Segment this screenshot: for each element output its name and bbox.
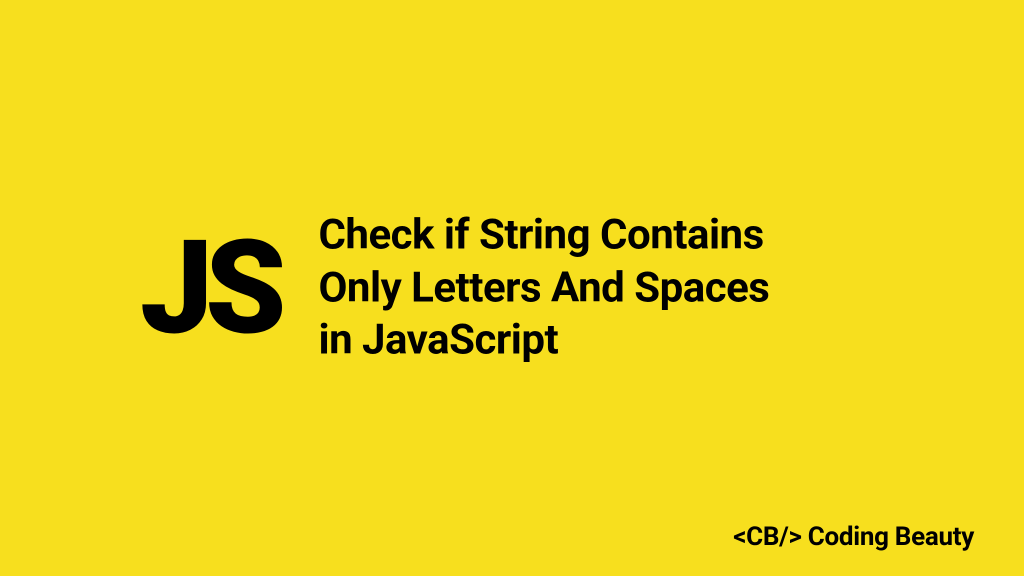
headline-line-2: Only Letters And Spaces <box>318 262 769 315</box>
article-title: Check if String Contains Only Letters An… <box>318 209 769 367</box>
headline-line-1: Check if String Contains <box>318 209 769 262</box>
js-logo: JS <box>140 223 278 353</box>
main-content: JS Check if String Contains Only Letters… <box>0 209 1024 367</box>
brand-attribution: <CB/> Coding Beauty <box>733 522 974 552</box>
headline-line-3: in JavaScript <box>318 314 769 367</box>
